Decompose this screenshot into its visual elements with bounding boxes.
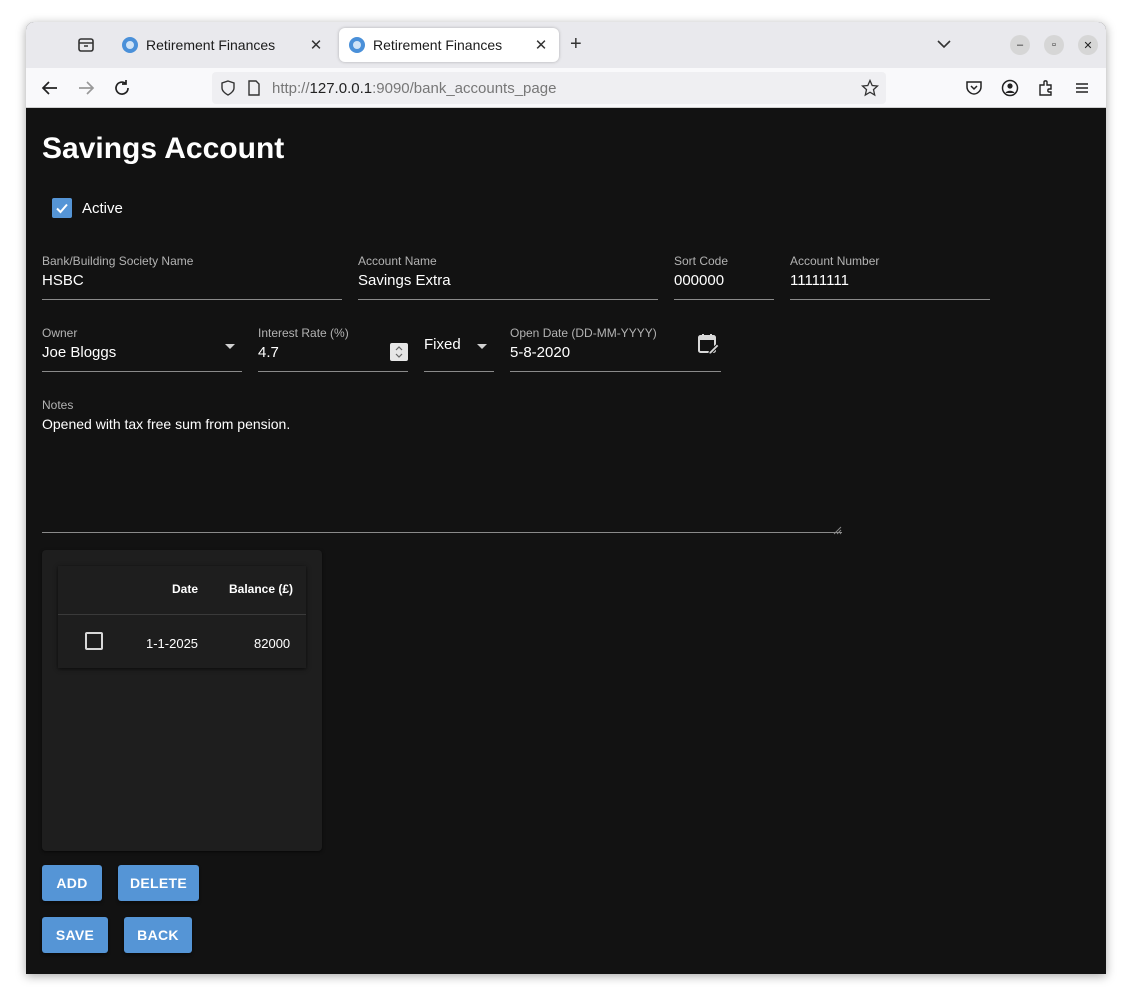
notes-value: Opened with tax free sum from pension. xyxy=(42,416,291,432)
reload-icon[interactable] xyxy=(112,78,132,98)
browser-tab-inactive[interactable]: Retirement Finances ✕ xyxy=(112,28,334,62)
account-name-value: Savings Extra xyxy=(358,272,451,289)
back-arrow-icon[interactable] xyxy=(40,78,60,98)
shield-icon[interactable] xyxy=(218,78,238,98)
account-number-field[interactable]: Account Number 11111111 xyxy=(790,254,990,300)
rate-type-select[interactable]: Fixed xyxy=(424,326,494,372)
save-button[interactable]: SAVE xyxy=(42,917,108,953)
close-icon[interactable]: ✕ xyxy=(306,36,326,54)
maximize-icon[interactable]: ▫ xyxy=(1044,35,1064,55)
owner-value: Joe Bloggs xyxy=(42,344,117,361)
notes-textarea[interactable]: Notes Opened with tax free sum from pens… xyxy=(42,398,842,535)
menu-icon[interactable] xyxy=(1072,78,1092,98)
table-cell-balance: 82000 xyxy=(254,636,291,651)
open-date-value: 5-8-2020 xyxy=(510,344,571,361)
page-icon xyxy=(244,78,264,98)
sort-code-label: Sort Code xyxy=(674,254,729,268)
interest-rate-label: Interest Rate (%) xyxy=(258,326,349,340)
calendar-edit-icon[interactable] xyxy=(696,332,720,356)
open-date-field[interactable]: Open Date (DD-MM-YYYY) 5-8-2020 xyxy=(510,326,721,372)
navigation-bar: http://127.0.0.1:9090/bank_accounts_page xyxy=(26,68,1106,108)
add-button[interactable]: ADD xyxy=(42,865,102,901)
row-select-checkbox[interactable] xyxy=(85,632,103,650)
delete-button[interactable]: DELETE xyxy=(118,865,199,901)
account-number-label: Account Number xyxy=(790,254,880,268)
sort-code-value: 000000 xyxy=(674,272,725,289)
tab-title: Retirement Finances xyxy=(373,37,503,53)
balance-column-header[interactable]: Balance (£) xyxy=(229,582,293,596)
active-checkbox-row[interactable]: Active xyxy=(52,198,123,218)
bank-name-value: HSBC xyxy=(42,272,84,289)
tab-bar: Retirement Finances ✕ Retirement Finance… xyxy=(26,22,1106,68)
notes-label: Notes xyxy=(42,398,74,412)
balance-table-card: Date Balance (£) 1-1-2025 82000 xyxy=(42,550,322,851)
dropdown-arrow-icon[interactable] xyxy=(225,344,235,349)
bookmark-star-icon[interactable] xyxy=(860,78,880,98)
back-button[interactable]: BACK xyxy=(124,917,192,953)
minimize-icon[interactable]: – xyxy=(1010,35,1030,55)
sort-code-field[interactable]: Sort Code 000000 xyxy=(674,254,774,300)
tab-overview-icon[interactable] xyxy=(74,34,98,56)
active-label: Active xyxy=(82,199,123,217)
owner-select[interactable]: Owner Joe Bloggs xyxy=(42,326,242,372)
account-name-field[interactable]: Account Name Savings Extra xyxy=(358,254,658,300)
interest-rate-field[interactable]: Interest Rate (%) 4.7 xyxy=(258,326,408,372)
chevron-down-icon[interactable] xyxy=(934,34,954,54)
url-text[interactable]: http://127.0.0.1:9090/bank_accounts_page xyxy=(272,80,556,97)
account-name-label: Account Name xyxy=(358,254,437,268)
checkmark-icon xyxy=(56,203,68,214)
table-divider xyxy=(58,614,306,615)
pocket-icon[interactable] xyxy=(964,78,984,98)
url-host: 127.0.0.1 xyxy=(309,80,373,97)
close-icon[interactable]: ✕ xyxy=(531,36,551,54)
date-column-header[interactable]: Date xyxy=(172,582,198,596)
bank-name-label: Bank/Building Society Name xyxy=(42,254,194,268)
favicon-icon xyxy=(122,37,138,53)
rate-type-value: Fixed xyxy=(424,336,461,353)
close-window-icon[interactable]: ✕ xyxy=(1078,35,1098,55)
new-tab-icon[interactable]: + xyxy=(570,34,582,54)
url-prefix: http:// xyxy=(272,80,310,97)
browser-tab-active[interactable]: Retirement Finances ✕ xyxy=(339,28,559,62)
address-bar[interactable]: http://127.0.0.1:9090/bank_accounts_page xyxy=(212,72,886,104)
owner-label: Owner xyxy=(42,326,78,340)
forward-arrow-icon[interactable] xyxy=(76,78,96,98)
open-date-label: Open Date (DD-MM-YYYY) xyxy=(510,326,657,340)
page-content: Savings Account Active Bank/Building Soc… xyxy=(26,108,1106,974)
account-icon[interactable] xyxy=(1000,78,1020,98)
number-spinner[interactable] xyxy=(390,343,408,361)
tab-title: Retirement Finances xyxy=(146,37,276,53)
resize-handle-icon[interactable] xyxy=(832,522,842,535)
active-checkbox[interactable] xyxy=(52,198,72,218)
dropdown-arrow-icon[interactable] xyxy=(477,344,487,349)
bank-name-field[interactable]: Bank/Building Society Name HSBC xyxy=(42,254,342,300)
extensions-icon[interactable] xyxy=(1036,78,1056,98)
account-number-value: 11111111 xyxy=(790,272,849,289)
balance-table: Date Balance (£) 1-1-2025 82000 xyxy=(58,566,306,668)
url-path: :9090/bank_accounts_page xyxy=(372,80,557,97)
table-cell-date: 1-1-2025 xyxy=(146,636,199,651)
interest-rate-value: 4.7 xyxy=(258,344,279,361)
favicon-icon xyxy=(349,37,365,53)
browser-window: Retirement Finances ✕ Retirement Finance… xyxy=(26,22,1106,974)
page-title: Savings Account xyxy=(42,132,285,165)
